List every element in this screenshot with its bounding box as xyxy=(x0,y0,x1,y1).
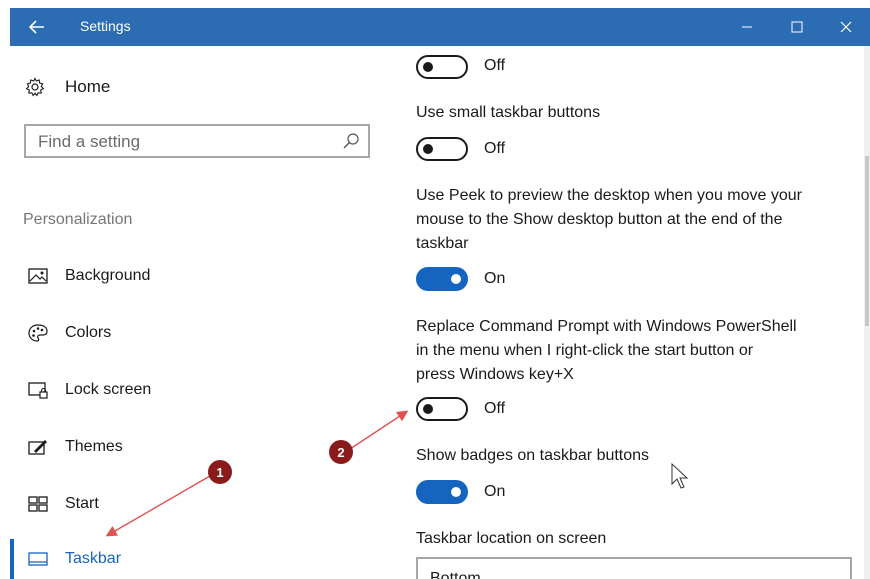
scrollbar[interactable] xyxy=(864,46,870,579)
sidebar-item-background[interactable]: Background xyxy=(10,256,400,296)
toggle-state: On xyxy=(484,483,506,500)
start-icon xyxy=(28,496,48,512)
setting-label-line: Use Peek to preview the desktop when you… xyxy=(416,187,802,204)
toggle-knob xyxy=(423,62,433,72)
toggle-switch[interactable] xyxy=(416,137,468,161)
setting-label-line: taskbar xyxy=(416,235,469,252)
active-indicator xyxy=(10,539,14,579)
sidebar-item-label: Lock screen xyxy=(65,381,152,398)
taskbar-location-dropdown[interactable]: Bottom xyxy=(416,557,852,579)
search-box[interactable] xyxy=(24,124,370,158)
taskbar-location-label: Taskbar location on screen xyxy=(416,530,607,547)
toggle-switch[interactable] xyxy=(416,397,468,421)
window-title: Settings xyxy=(80,18,131,34)
search-input[interactable] xyxy=(38,132,328,152)
back-arrow-icon xyxy=(29,20,44,34)
toggle-state: On xyxy=(484,270,506,287)
toggle-state: Off xyxy=(484,57,506,74)
setting-label: Show badges on taskbar buttons xyxy=(416,447,650,464)
annotation-badge-1: 1 xyxy=(208,460,232,484)
sidebar-item-label: Themes xyxy=(65,438,123,455)
scrollbar-thumb[interactable] xyxy=(865,156,869,326)
home-label: Home xyxy=(65,77,111,96)
title-bar: Settings xyxy=(10,8,870,46)
sidebar-item-start[interactable]: Start xyxy=(10,484,400,524)
minimize-icon xyxy=(742,26,752,28)
sidebar-item-label: Start xyxy=(65,495,99,512)
toggle-knob xyxy=(451,274,461,284)
minimize-button[interactable] xyxy=(723,8,771,46)
toggle-knob xyxy=(423,404,433,414)
maximize-icon xyxy=(791,21,803,33)
sidebar: Home Personalization Background Colors xyxy=(10,46,400,579)
back-button[interactable] xyxy=(10,8,64,46)
setting-label: Replace Command Prompt with Windows Powe… xyxy=(416,315,797,387)
setting-label-line: in the menu when I right-click the start… xyxy=(416,342,754,359)
maximize-button[interactable] xyxy=(773,8,821,46)
toggle-knob xyxy=(423,144,433,154)
setting-label: Use small taskbar buttons xyxy=(416,104,601,121)
toggle-knob xyxy=(451,487,461,497)
sidebar-item-lock-screen[interactable]: Lock screen xyxy=(10,370,400,410)
section-title: Personalization xyxy=(23,211,133,228)
taskbar-icon xyxy=(28,552,48,566)
close-button[interactable] xyxy=(822,8,870,46)
close-icon xyxy=(840,21,852,33)
toggle-switch[interactable] xyxy=(416,480,468,504)
toggle-switch[interactable] xyxy=(416,55,468,79)
setting-label-line: press Windows key+X xyxy=(416,366,574,383)
main-content: Off Use small taskbar buttons Off Use Pe… xyxy=(400,46,860,579)
sidebar-item-label: Colors xyxy=(65,324,112,341)
settings-window: Settings Home Per xyxy=(10,8,870,579)
home-link[interactable]: Home xyxy=(24,76,110,98)
palette-icon xyxy=(28,324,48,342)
setting-label-line: Replace Command Prompt with Windows Powe… xyxy=(416,318,797,335)
sidebar-item-colors[interactable]: Colors xyxy=(10,313,400,353)
search-icon[interactable] xyxy=(342,132,360,150)
dropdown-value: Bottom xyxy=(430,570,481,579)
picture-icon xyxy=(28,268,48,284)
setting-label: Use Peek to preview the desktop when you… xyxy=(416,184,802,256)
lock-screen-icon xyxy=(28,382,48,399)
gear-icon xyxy=(24,76,46,98)
annotation-badge-2: 2 xyxy=(329,440,353,464)
toggle-state: Off xyxy=(484,400,506,417)
sidebar-item-label: Taskbar xyxy=(65,550,122,567)
toggle-switch[interactable] xyxy=(416,267,468,291)
sidebar-item-taskbar[interactable]: Taskbar xyxy=(10,539,400,579)
toggle-state: Off xyxy=(484,140,506,157)
sidebar-item-label: Background xyxy=(65,267,151,284)
setting-label-line: mouse to the Show desktop button at the … xyxy=(416,211,783,228)
themes-icon xyxy=(28,440,47,455)
